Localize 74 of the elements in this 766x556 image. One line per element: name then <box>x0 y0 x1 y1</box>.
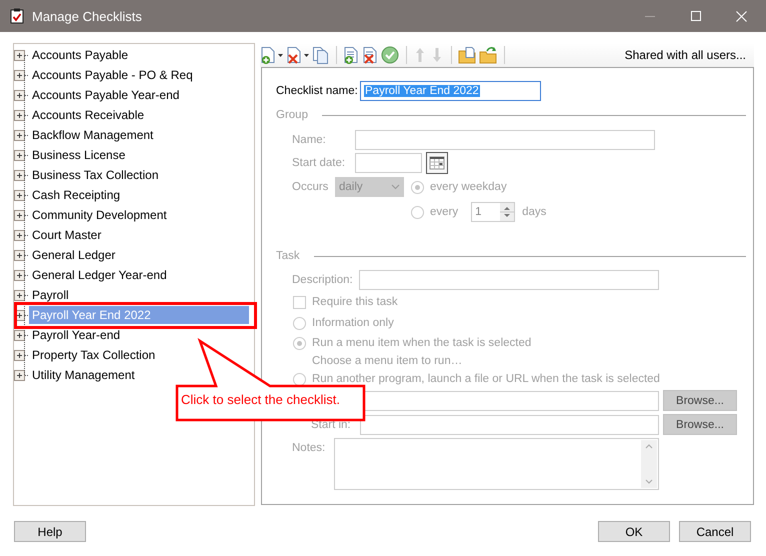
expand-icon[interactable] <box>14 110 25 120</box>
option-label: Run a menu item when the task is selected <box>312 337 532 349</box>
expand-icon[interactable] <box>14 90 25 100</box>
start-in-field[interactable] <box>360 414 659 434</box>
field-label: Checklist name: <box>276 85 359 97</box>
checklist-item[interactable]: Payroll Year-end <box>29 326 124 344</box>
option-label: Run another program, launch a file or URL when the task is selected <box>312 373 660 385</box>
date-field[interactable] <box>355 153 422 173</box>
checklist-item[interactable]: Payroll <box>29 286 72 304</box>
field-label: Notes: <box>292 442 326 454</box>
expand-icon[interactable] <box>14 190 25 200</box>
close-icon[interactable] <box>736 10 747 22</box>
checklist-item[interactable]: Accounts Payable - PO & Req <box>29 66 196 84</box>
maximize-icon[interactable] <box>691 11 701 21</box>
checklist-item[interactable]: Property Tax Collection <box>29 346 158 364</box>
expand-icon[interactable] <box>14 50 25 60</box>
expand-icon[interactable] <box>14 70 25 80</box>
expand-icon[interactable] <box>14 150 25 160</box>
expand-icon[interactable] <box>14 290 25 300</box>
delete-checklist-icon[interactable] <box>286 46 302 64</box>
caret-icon[interactable] <box>304 54 309 56</box>
check-circle-icon[interactable] <box>381 46 399 64</box>
checklist-item[interactable]: Business Tax Collection <box>29 166 162 184</box>
checklist-item[interactable]: Cash Receipting <box>29 186 124 204</box>
checklist-item[interactable]: Community Development <box>29 206 170 224</box>
checklist-item[interactable]: Accounts Payable Year-end <box>29 86 182 104</box>
shared-link[interactable]: Shared with all users... <box>624 48 746 62</box>
help-button[interactable]: Help <box>14 521 86 542</box>
checklist-item[interactable]: General Ledger Year-end <box>29 266 170 284</box>
checklist-item[interactable]: Business License <box>29 146 128 164</box>
callout-text: Click to select the checklist. <box>181 392 340 407</box>
expand-icon[interactable] <box>14 170 25 180</box>
expand-icon[interactable] <box>14 350 25 360</box>
field-label: Name: <box>292 134 327 146</box>
field-label: days <box>522 206 546 218</box>
checklist-item[interactable]: Backflow Management <box>29 126 156 144</box>
clipboard-icon <box>10 8 24 24</box>
checklist-item[interactable]: Accounts Payable <box>29 46 132 64</box>
notes-field[interactable] <box>334 438 659 490</box>
menu-hint: Choose a menu item to run… <box>312 355 462 367</box>
scrollbar-icon <box>641 440 657 488</box>
add-task-icon[interactable] <box>343 46 359 64</box>
expand-icon[interactable] <box>14 270 25 280</box>
expand-icon[interactable] <box>14 330 25 340</box>
field-label: Occurs <box>292 181 330 193</box>
option-label: Information only <box>312 317 394 329</box>
caret-icon <box>391 184 400 190</box>
new-checklist-icon[interactable] <box>260 46 276 64</box>
expand-icon[interactable] <box>14 230 25 240</box>
expand-icon[interactable] <box>14 210 25 220</box>
section-heading: Task <box>276 250 300 262</box>
expand-icon[interactable] <box>14 250 25 260</box>
caret-icon[interactable] <box>278 54 283 56</box>
cancel-button[interactable]: Cancel <box>679 521 751 542</box>
option-label: Require this task <box>312 296 398 308</box>
checklist-item[interactable]: Court Master <box>29 226 104 244</box>
delete-task-icon[interactable] <box>362 46 378 64</box>
folder-import-icon[interactable] <box>479 46 497 64</box>
section-heading: Group <box>276 109 308 121</box>
name-field[interactable] <box>355 130 655 150</box>
ok-button[interactable]: OK <box>598 521 670 542</box>
expand-icon[interactable] <box>14 370 25 380</box>
field-label: Description: <box>292 274 354 286</box>
field-label: Start date: <box>292 157 346 169</box>
calendar-icon[interactable] <box>426 152 448 174</box>
expand-icon[interactable] <box>14 130 25 140</box>
option-label: every <box>430 206 458 218</box>
window-title: Manage Checklists <box>32 8 143 24</box>
folder-export-icon[interactable] <box>458 46 476 64</box>
checklist-item[interactable]: General Ledger <box>29 246 118 264</box>
checklist-item[interactable]: Accounts Receivable <box>29 106 148 124</box>
description-field[interactable] <box>359 270 659 290</box>
checklist-item[interactable]: Utility Management <box>29 366 138 384</box>
option-label: every weekday <box>430 181 507 193</box>
